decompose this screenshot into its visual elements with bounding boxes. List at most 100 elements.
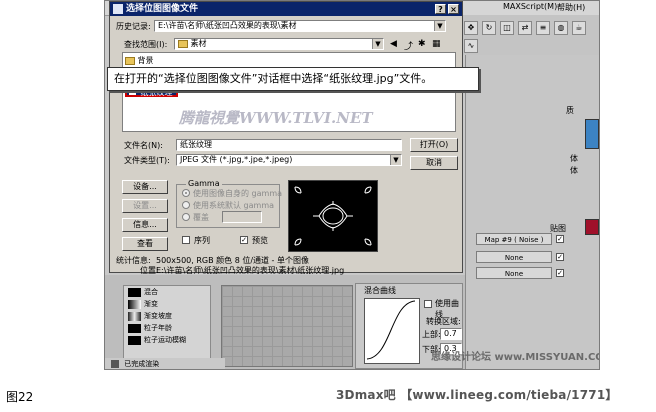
list-item[interactable]: 渐变坡度 <box>144 311 172 322</box>
instruction-callout: 在打开的“选择位图图像文件”对话框中选择“纸张纹理.jpg”文件。 <box>107 67 479 91</box>
bitmap-file-dialog: 选择位图图像文件 ? × 历史记录: E:\许苗\名师\纸张凹凸效果的表现\素材… <box>109 1 463 275</box>
dialog-app-icon <box>113 4 123 14</box>
menu-maxscript[interactable]: MAXScript(M) <box>503 2 557 11</box>
filetype-combo[interactable]: JPEG 文件 (*.jpg,*.jpe,*.jpeg) ▼ <box>176 154 402 166</box>
sequence-label: 序列 <box>194 236 210 245</box>
side-label-1: 质 <box>566 106 574 115</box>
map-noise-button[interactable]: Map #9 ( Noise ) <box>476 233 552 245</box>
viewport-grid <box>221 285 353 367</box>
upper-label: 上部: <box>422 330 441 339</box>
settings-button[interactable]: 设置... <box>122 199 168 213</box>
mirror-icon[interactable]: ⇄ <box>518 21 532 35</box>
map-none-button-1[interactable]: None <box>476 251 552 263</box>
mix-curve-title: 混合曲线 <box>364 286 396 295</box>
folder-icon <box>125 56 135 65</box>
chevron-down-icon[interactable]: ▼ <box>390 155 401 165</box>
filetype-value: JPEG 文件 (*.jpg,*.jpe,*.jpeg) <box>180 155 293 164</box>
info-button[interactable]: 信息... <box>122 218 168 232</box>
close-icon[interactable]: × <box>448 4 459 14</box>
filetype-label: 文件类型(T): <box>124 156 170 165</box>
color-swatch-blue[interactable] <box>585 119 599 149</box>
list-swatch <box>128 336 141 345</box>
help-icon[interactable]: ? <box>435 4 446 14</box>
transition-zone-label: 转换区域: <box>426 317 461 326</box>
preview-checkbox[interactable]: ✓ <box>240 236 248 244</box>
map-none-button-2[interactable]: None <box>476 267 552 279</box>
list-item[interactable]: 粒子年龄 <box>144 323 172 334</box>
gamma-group-label: Gamma <box>186 179 222 188</box>
list-swatch <box>128 288 141 297</box>
chevron-down-icon[interactable]: ▼ <box>434 21 445 31</box>
gamma-override-label: 覆盖 <box>193 213 209 222</box>
watermark: 腾龍視覺WWW.TLVI.NET <box>179 109 373 127</box>
move-icon[interactable]: ✥ <box>464 21 478 35</box>
color-swatch-red[interactable] <box>585 219 599 235</box>
site-watermark: 思缘设计论坛 www.MISSYUAN.COM <box>431 352 600 363</box>
gamma-own-radio[interactable] <box>182 189 190 197</box>
render-icon[interactable]: ☕ <box>572 21 586 35</box>
list-swatch <box>128 300 141 309</box>
map-column-label: 贴图 <box>550 224 566 233</box>
curve-line <box>366 300 416 360</box>
screenshot-frame: MAXScript(M) 帮助(H) ⌂ ✥ ↻ ◫ ⇄ ≡ ◍ ☕ ▤ ∿ 质… <box>104 0 600 370</box>
image-preview <box>288 180 378 252</box>
figure-caption: 图22 <box>6 390 34 404</box>
history-combo[interactable]: E:\许苗\名师\纸张凹凸效果的表现\素材 ▼ <box>154 20 446 32</box>
material-editor-icon[interactable]: ◍ <box>554 21 568 35</box>
map-enable-checkbox[interactable]: ✓ <box>556 235 564 243</box>
lookin-label: 查找范围(I): <box>124 40 168 49</box>
use-curve-checkbox[interactable] <box>424 300 432 308</box>
curve-editor-icon[interactable]: ∿ <box>464 39 478 53</box>
preview-ornament <box>294 186 372 246</box>
app-toolbar: ⌂ ✥ ↻ ◫ ⇄ ≡ ◍ ☕ ▤ ∿ <box>440 15 599 55</box>
history-value: E:\许苗\名师\纸张凹凸效果的表现\素材 <box>158 21 297 30</box>
status-bar: 已完成渲染 <box>105 358 225 369</box>
footer-watermark: 3Dmax吧 【www.lineeg.com/tieba/1771】 <box>336 388 618 402</box>
list-swatch <box>128 312 141 321</box>
preview-label: 预览 <box>252 236 268 245</box>
cancel-button[interactable]: 取消 <box>410 156 458 170</box>
gamma-own-label: 使用图像自身的 gamma <box>193 189 283 198</box>
menu-help[interactable]: 帮助(H) <box>557 2 585 13</box>
new-folder-icon[interactable]: ✱ <box>418 39 426 49</box>
dialog-title: 选择位图图像文件 <box>126 4 199 14</box>
setup-button[interactable]: 设备... <box>122 180 168 194</box>
material-map-list[interactable]: 混合 渐变 渐变坡度 粒子年龄 粒子运动模糊 <box>123 285 211 367</box>
filename-label: 文件名(N): <box>124 141 163 150</box>
rotate-icon[interactable]: ↻ <box>482 21 496 35</box>
folder-item[interactable]: 背景 <box>125 55 154 66</box>
list-swatch <box>128 324 141 333</box>
open-button[interactable]: 打开(O) <box>410 138 458 152</box>
mix-curve-graph <box>364 298 420 364</box>
map-none-checkbox-2[interactable]: ✓ <box>556 269 564 277</box>
folder-icon <box>178 39 188 48</box>
folder-item-label: 背景 <box>137 56 154 65</box>
gamma-override-radio[interactable] <box>182 213 190 221</box>
map-none-checkbox-1[interactable]: ✓ <box>556 253 564 261</box>
up-folder-icon[interactable]: ⤴ <box>404 39 413 52</box>
upper-field[interactable]: 0.7 <box>440 328 462 340</box>
filename-input[interactable]: 纸张纹理 <box>176 139 402 151</box>
list-item[interactable]: 渐变 <box>144 299 158 310</box>
lookin-combo[interactable]: 素材 ▼ <box>174 38 384 50</box>
gamma-system-radio[interactable] <box>182 201 190 209</box>
status-text: 已完成渲染 <box>124 360 160 368</box>
lookin-value: 素材 <box>190 39 207 48</box>
location-value: E:\许苗\名师\纸张凹凸效果的表现\素材\纸张纹理.jpg <box>156 266 345 275</box>
file-list[interactable]: 背景 纸张纹理 腾龍視覺WWW.TLVI.NET <box>122 52 456 132</box>
list-item[interactable]: 混合 <box>144 287 158 298</box>
view-button[interactable]: 查看 <box>122 237 168 251</box>
command-panel: 质 体 体 贴图 Map #9 ( Noise ) ✓ None ✓ None … <box>465 55 599 369</box>
scale-icon[interactable]: ◫ <box>500 21 514 35</box>
history-label: 历史记录: <box>116 22 151 31</box>
gamma-override-spinner[interactable] <box>222 211 262 223</box>
view-menu-icon[interactable]: ▦ <box>432 39 441 49</box>
back-icon[interactable]: ◀ <box>390 39 397 49</box>
gamma-system-label: 使用系统默认 gamma <box>193 201 275 210</box>
align-icon[interactable]: ≡ <box>536 21 550 35</box>
dialog-titlebar[interactable]: 选择位图图像文件 ? × <box>110 2 462 16</box>
list-item[interactable]: 粒子运动模糊 <box>144 335 186 346</box>
sequence-checkbox[interactable] <box>182 236 190 244</box>
side-label-2: 体 <box>570 154 578 163</box>
chevron-down-icon[interactable]: ▼ <box>372 39 383 49</box>
